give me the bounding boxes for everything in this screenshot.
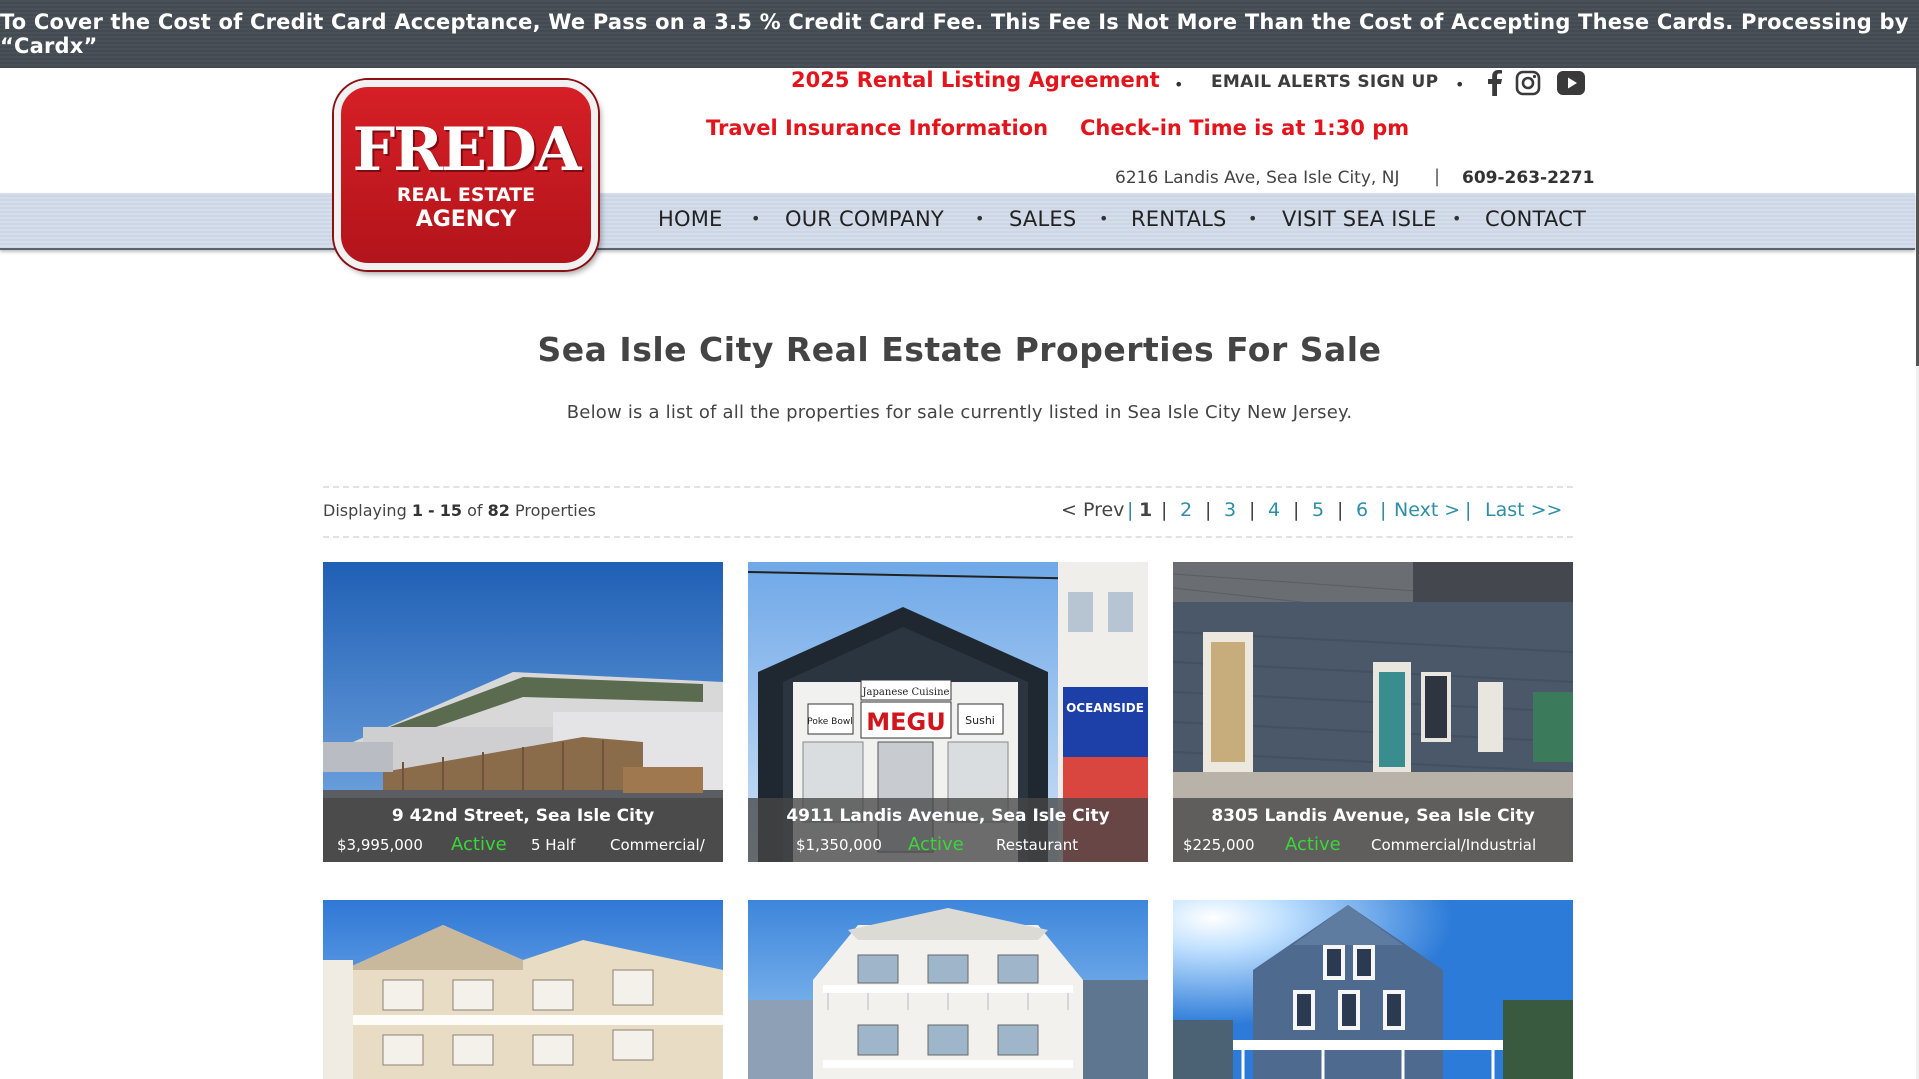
page-6-link[interactable]: 6 xyxy=(1356,499,1368,521)
listing-caption: 9 42nd Street, Sea Isle City $3,995,000 … xyxy=(323,798,723,862)
pagination-bar: Displaying 1 - 15 of 82 Properties < Pre… xyxy=(323,486,1573,538)
listing-caption: 8305 Landis Avenue, Sea Isle City $225,0… xyxy=(1173,798,1573,862)
checkin-time-notice: Check-in Time is at 1:30 pm xyxy=(1080,116,1410,140)
listing-card[interactable] xyxy=(748,900,1148,1079)
of-label: of xyxy=(467,501,483,520)
sign-top: Japanese Cuisine xyxy=(862,687,950,698)
facebook-icon[interactable] xyxy=(1481,69,1509,97)
listing-type: Commercial/ xyxy=(610,836,705,854)
pagination-divider: | xyxy=(1161,499,1168,521)
sign-neighbor: OCEANSIDE xyxy=(1066,701,1144,715)
nav-contact[interactable]: CONTACT xyxy=(1485,207,1586,231)
instagram-icon[interactable] xyxy=(1514,69,1542,97)
current-page: 1 xyxy=(1139,499,1153,521)
page-4-link[interactable]: 4 xyxy=(1268,499,1280,521)
email-alerts-link[interactable]: EMAIL ALERTS SIGN UP xyxy=(1211,72,1438,92)
nav-our-company[interactable]: OUR COMPANY xyxy=(785,207,944,231)
nav-dot: • xyxy=(1248,209,1258,228)
listing-detail: 5 Half xyxy=(531,836,576,854)
header-dot: • xyxy=(1455,75,1465,94)
listing-price: $1,350,000 xyxy=(796,836,882,854)
nav-dot: • xyxy=(1452,209,1462,228)
listing-type: Commercial/Industrial xyxy=(1371,836,1537,854)
listing-photo xyxy=(748,900,1148,1079)
youtube-icon[interactable] xyxy=(1555,69,1587,97)
range-end: 15 xyxy=(439,501,463,520)
nav-dot: • xyxy=(751,209,761,228)
page-title: Sea Isle City Real Estate Properties For… xyxy=(537,330,1382,369)
next-page-link[interactable]: Next > xyxy=(1394,499,1460,521)
listing-price: $225,000 xyxy=(1183,836,1255,854)
banner-text: To Cover the Cost of Credit Card Accepta… xyxy=(0,10,1909,58)
listing-caption: 4911 Landis Avenue, Sea Isle City $1,350… xyxy=(748,798,1148,862)
listing-price: $3,995,000 xyxy=(337,836,423,854)
listing-address[interactable]: 4911 Landis Avenue, Sea Isle City xyxy=(748,806,1148,826)
page-subtitle: Below is a list of all the properties fo… xyxy=(566,402,1353,423)
listing-address[interactable]: 8305 Landis Avenue, Sea Isle City xyxy=(1173,806,1573,826)
pagination-divider: | xyxy=(1127,499,1134,521)
listing-card[interactable] xyxy=(1173,900,1573,1079)
header-dot: • xyxy=(1174,75,1184,94)
logo-line-1: REAL ESTATE xyxy=(396,184,536,206)
rental-agreement-link[interactable]: 2025 Rental Listing Agreement xyxy=(791,68,1160,92)
credit-card-fee-banner: To Cover the Cost of Credit Card Accepta… xyxy=(0,0,1919,68)
freda-logo[interactable]: FREDA REAL ESTATE AGENCY xyxy=(334,80,598,270)
properties-label: Properties xyxy=(515,501,596,520)
listing-type: Restaurant xyxy=(996,836,1079,854)
listing-photo xyxy=(323,900,723,1079)
nav-dot: • xyxy=(1099,209,1109,228)
listing-address[interactable]: 9 42nd Street, Sea Isle City xyxy=(323,806,723,826)
travel-insurance-link[interactable]: Travel Insurance Information xyxy=(706,116,1048,140)
phone-number-link[interactable]: 609-263-2271 xyxy=(1462,168,1594,188)
prev-page-link[interactable]: < Prev xyxy=(1061,499,1124,521)
pagination-divider: | xyxy=(1293,499,1300,521)
nav-home[interactable]: HOME xyxy=(658,207,723,231)
office-address: 6216 Landis Ave, Sea Isle City, NJ xyxy=(1115,168,1400,188)
nav-dot: • xyxy=(975,209,985,228)
listing-status: Active xyxy=(451,834,507,855)
logo-line-2: AGENCY xyxy=(415,207,517,232)
nav-rentals[interactable]: RENTALS xyxy=(1131,207,1227,231)
nav-sales[interactable]: SALES xyxy=(1009,207,1076,231)
last-page-link[interactable]: Last >> xyxy=(1485,499,1562,521)
logo-wordmark: FREDA xyxy=(352,115,582,185)
listing-status: Active xyxy=(908,834,964,855)
listing-photo xyxy=(1173,900,1573,1079)
pagination-divider: | xyxy=(1337,499,1344,521)
range-start: 1 xyxy=(411,501,423,520)
listing-status: Active xyxy=(1285,834,1341,855)
sign-right: Sushi xyxy=(965,714,995,727)
page-2-link[interactable]: 2 xyxy=(1180,499,1192,521)
pagination-divider: | xyxy=(1380,499,1387,521)
displaying-label: Displaying xyxy=(323,501,407,520)
pagination-divider: | xyxy=(1249,499,1256,521)
pagination-divider: | xyxy=(1465,499,1472,521)
listing-card[interactable]: Japanese Cuisine MEGU Poke Bowl Sushi OC… xyxy=(748,562,1148,862)
sign-name: MEGU xyxy=(866,708,945,736)
pagination-divider: | xyxy=(1205,499,1212,521)
listing-card[interactable]: 9 42nd Street, Sea Isle City $3,995,000 … xyxy=(323,562,723,862)
address-separator: | xyxy=(1434,166,1441,187)
nav-visit-sea-isle[interactable]: VISIT SEA ISLE xyxy=(1282,207,1437,231)
nav-band xyxy=(0,193,1915,250)
page-3-link[interactable]: 3 xyxy=(1224,499,1236,521)
page-5-link[interactable]: 5 xyxy=(1312,499,1324,521)
range-dash: - xyxy=(428,501,435,520)
total-count: 82 xyxy=(487,501,510,520)
listing-card[interactable]: 8305 Landis Avenue, Sea Isle City $225,0… xyxy=(1173,562,1573,862)
results-count: Displaying 1 - 15 of 82 Properties xyxy=(323,501,596,520)
sign-left: Poke Bowl xyxy=(807,717,852,727)
listing-card[interactable] xyxy=(323,900,723,1079)
